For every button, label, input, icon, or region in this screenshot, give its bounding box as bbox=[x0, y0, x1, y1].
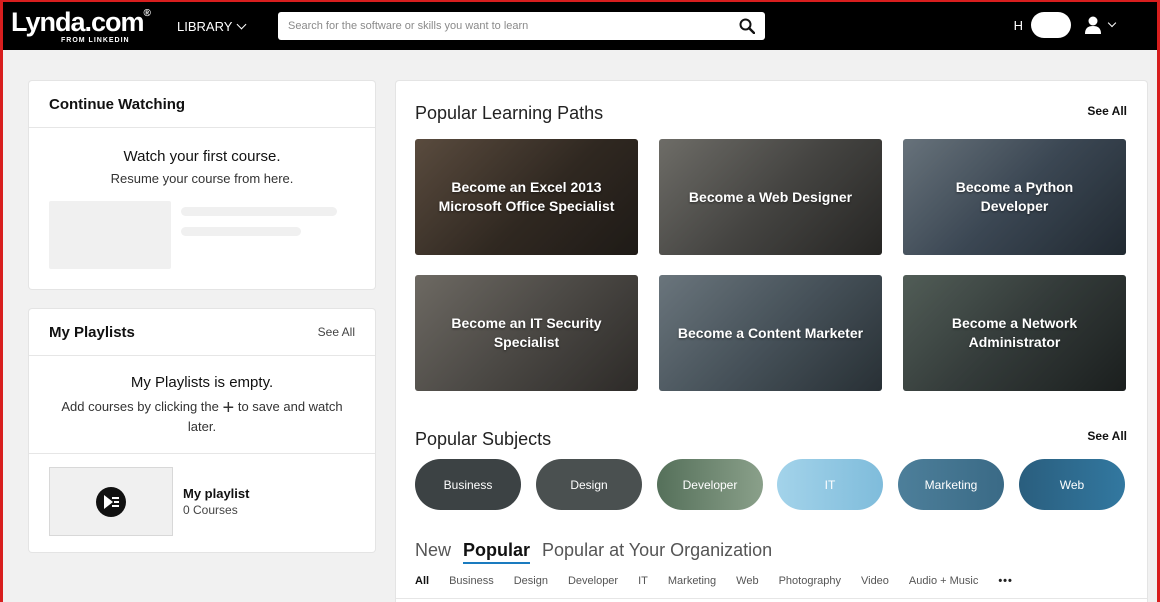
tab-popular-at-organization[interactable]: Popular at Your Organization bbox=[542, 540, 772, 561]
library-menu-button[interactable]: LIBRARY bbox=[177, 18, 247, 34]
playlist-course-count: 0 Courses bbox=[183, 503, 238, 517]
registered-mark: ® bbox=[143, 7, 151, 19]
learning-path-label: Become a Python Developer bbox=[955, 179, 1074, 214]
playlists-empty-text: Add courses by clicking the + to save an… bbox=[29, 397, 375, 437]
learning-path-tile[interactable]: Become a Content Marketer bbox=[659, 275, 882, 391]
library-label: LIBRARY bbox=[177, 18, 233, 34]
subject-pill-design[interactable]: Design bbox=[536, 459, 642, 510]
popular-subjects-title: Popular Subjects bbox=[415, 429, 552, 449]
more-filters-icon[interactable]: ••• bbox=[998, 575, 1013, 587]
continue-watching-subtext: Resume your course from here. bbox=[110, 171, 294, 186]
subject-filter-bar: All Business Design Developer IT Marketi… bbox=[415, 575, 1033, 587]
subject-pill-marketing[interactable]: Marketing bbox=[898, 459, 1004, 510]
subject-label: Business bbox=[443, 477, 493, 492]
placeholder-line bbox=[181, 227, 301, 236]
continue-watching-card: Continue Watching Watch your first cours… bbox=[29, 81, 375, 289]
learning-paths-see-all-link[interactable]: See All bbox=[1087, 104, 1127, 118]
search-icon bbox=[739, 18, 755, 34]
learning-path-label: Become a Network Administrator bbox=[951, 315, 1078, 350]
playlist-thumbnail bbox=[49, 467, 173, 536]
learning-path-tile[interactable]: Become an Excel 2013 Microsoft Office Sp… bbox=[415, 139, 638, 255]
learning-path-label: Become a Web Designer bbox=[688, 188, 853, 205]
top-navigation-bar: Lynda.com® FROM LINKEDIN LIBRARY H bbox=[3, 2, 1157, 50]
playlists-see-all-link[interactable]: See All bbox=[318, 325, 355, 339]
subject-label: Marketing bbox=[924, 477, 978, 492]
placeholder-thumbnail bbox=[49, 201, 171, 269]
tab-popular[interactable]: Popular bbox=[463, 540, 531, 564]
my-playlists-header: My Playlists See All bbox=[29, 309, 375, 356]
continue-watching-header: Continue Watching bbox=[29, 81, 375, 128]
learning-path-tile[interactable]: Become an IT Security Specialist bbox=[415, 275, 638, 391]
course-tabs: New Popular Popular at Your Organization bbox=[415, 540, 772, 564]
filter-developer[interactable]: Developer bbox=[568, 575, 618, 587]
placeholder-line bbox=[181, 207, 337, 216]
continue-watching-heading: Watch your first course. bbox=[123, 148, 281, 165]
subject-pill-web[interactable]: Web bbox=[1019, 459, 1125, 510]
lynda-logo[interactable]: Lynda.com® FROM LINKEDIN bbox=[11, 6, 161, 44]
subject-label: Web bbox=[1059, 477, 1085, 492]
subject-pill-business[interactable]: Business bbox=[415, 459, 521, 510]
learning-path-label: Become an IT Security Specialist bbox=[451, 315, 602, 350]
chevron-down-icon bbox=[1107, 18, 1117, 28]
subject-pill-it[interactable]: IT bbox=[777, 459, 883, 510]
app-window: Lynda.com® FROM LINKEDIN LIBRARY H bbox=[0, 0, 1160, 602]
subjects-see-all-link[interactable]: See All bbox=[1087, 429, 1127, 443]
filter-photography[interactable]: Photography bbox=[779, 575, 841, 587]
filter-video[interactable]: Video bbox=[861, 575, 889, 587]
divider bbox=[396, 598, 1147, 599]
search-input[interactable] bbox=[278, 12, 729, 40]
logo-subtitle: FROM LINKEDIN bbox=[61, 36, 130, 44]
subject-label: Developer bbox=[682, 477, 738, 492]
logo-wordmark: Lynda.com bbox=[11, 6, 145, 37]
search-bar bbox=[278, 12, 765, 40]
subject-label: IT bbox=[824, 477, 836, 492]
playlist-item[interactable]: My playlist 0 Courses bbox=[49, 467, 249, 536]
my-playlists-title: My Playlists bbox=[49, 323, 135, 341]
filter-all[interactable]: All bbox=[415, 575, 429, 587]
user-menu[interactable]: H bbox=[1013, 12, 1117, 38]
user-icon bbox=[1085, 16, 1101, 34]
learning-path-label: Become a Content Marketer bbox=[677, 324, 864, 341]
search-button[interactable] bbox=[729, 12, 765, 40]
user-initial: H bbox=[1013, 17, 1023, 33]
filter-marketing[interactable]: Marketing bbox=[668, 575, 716, 587]
learning-path-tile[interactable]: Become a Web Designer bbox=[659, 139, 882, 255]
learning-paths-title: Popular Learning Paths bbox=[415, 103, 604, 123]
main-content-panel: Popular Learning Paths See All Become an… bbox=[396, 81, 1147, 602]
playlist-icon bbox=[96, 486, 126, 517]
filter-it[interactable]: IT bbox=[638, 575, 648, 587]
filter-audio-music[interactable]: Audio + Music bbox=[909, 575, 978, 587]
user-name-redacted bbox=[1031, 12, 1071, 38]
account-menu-button[interactable] bbox=[1083, 15, 1117, 35]
subject-pill-developer[interactable]: Developer bbox=[657, 459, 763, 510]
playlists-empty-heading: My Playlists is empty. bbox=[130, 374, 274, 391]
playlist-info: My playlist 0 Courses bbox=[183, 486, 249, 517]
filter-design[interactable]: Design bbox=[514, 575, 548, 587]
learning-path-tile[interactable]: Become a Network Administrator bbox=[903, 275, 1126, 391]
my-playlists-card: My Playlists See All My Playlists is emp… bbox=[29, 309, 375, 552]
filter-web[interactable]: Web bbox=[736, 575, 758, 587]
continue-watching-empty-state: Watch your first course. Resume your cou… bbox=[29, 128, 375, 186]
plus-icon: + bbox=[222, 397, 235, 419]
tab-new[interactable]: New bbox=[415, 540, 451, 561]
chevron-down-icon bbox=[236, 19, 247, 29]
playlist-name: My playlist bbox=[183, 486, 250, 501]
playlists-empty-text-part: Add courses by clicking the bbox=[61, 399, 219, 414]
continue-watching-title: Continue Watching bbox=[49, 95, 186, 113]
learning-path-label: Become an Excel 2013 Microsoft Office Sp… bbox=[438, 179, 615, 214]
playlists-empty-state: My Playlists is empty. Add courses by cl… bbox=[29, 356, 375, 454]
learning-path-tile[interactable]: Become a Python Developer bbox=[903, 139, 1126, 255]
subject-label: Design bbox=[570, 477, 608, 492]
filter-business[interactable]: Business bbox=[449, 575, 494, 587]
